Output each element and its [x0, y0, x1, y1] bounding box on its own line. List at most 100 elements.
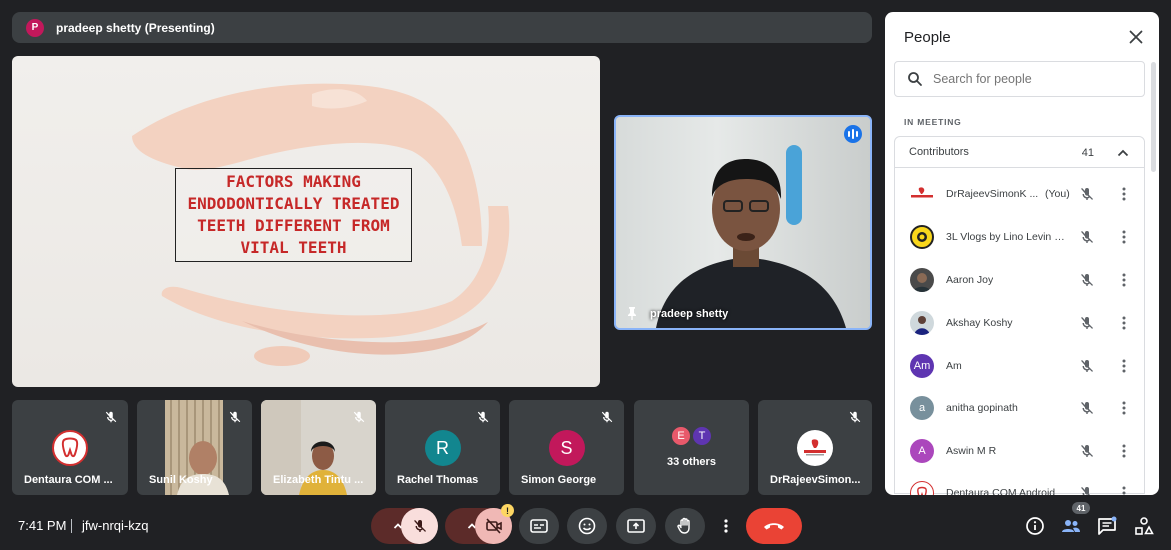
mic-off-icon[interactable] — [1079, 315, 1095, 331]
emoji-icon — [578, 517, 596, 535]
search-box[interactable] — [894, 61, 1145, 97]
more-options-icon[interactable] — [1119, 400, 1129, 416]
slide-title-line: TEETH DIFFERENT FROM — [197, 216, 390, 235]
participant-name: Dentaura COM ... — [24, 474, 113, 486]
avatar — [910, 311, 934, 335]
speaking-indicator-icon — [844, 125, 862, 143]
slide-title-line: ENDODONTICALLY TREATED — [187, 194, 400, 213]
warning-icon: ! — [501, 504, 514, 517]
slide-title-line: VITAL TEETH — [240, 238, 347, 257]
panel-scrollbar[interactable] — [1151, 62, 1156, 172]
close-icon[interactable] — [1127, 28, 1145, 46]
people-panel: People IN MEETING Contributors 41 DrRaje… — [885, 12, 1159, 495]
reactions-button[interactable] — [567, 508, 607, 544]
others-tile[interactable]: E T 33 others — [634, 400, 749, 495]
dentaura-avatar-icon — [910, 182, 934, 206]
participant-tile[interactable]: Sunil Koshy — [137, 400, 252, 495]
mic-off-icon — [849, 411, 861, 423]
raise-hand-button[interactable] — [665, 508, 705, 544]
more-options-button[interactable] — [714, 508, 738, 544]
presenting-bar: P pradeep shetty (Presenting) — [12, 12, 872, 43]
camera-control-group: ! — [445, 504, 514, 544]
participant-name: anitha gopinath — [946, 402, 1018, 414]
participant-tile[interactable]: DrRajeevSimon... — [758, 400, 872, 495]
mic-off-icon[interactable] — [1079, 229, 1095, 245]
participant-avatar: T — [691, 425, 713, 447]
avatar: A — [910, 439, 934, 463]
speaker-name: pradeep shetty — [650, 308, 729, 320]
more-options-icon[interactable] — [1119, 358, 1129, 374]
section-label: IN MEETING — [904, 117, 962, 127]
participant-name: Aaron Joy — [946, 274, 994, 286]
presenting-label: pradeep shetty (Presenting) — [56, 20, 215, 35]
group-count: 41 — [1081, 147, 1094, 159]
people-count-badge: 41 — [1072, 502, 1090, 514]
hang-up-icon — [764, 523, 784, 530]
info-icon[interactable] — [1025, 516, 1045, 536]
mic-off-icon[interactable] — [1079, 443, 1095, 459]
participant-tile[interactable]: S Simon George — [509, 400, 624, 495]
avatar: Am — [910, 354, 934, 378]
avatar — [910, 225, 934, 249]
presentation-slide[interactable]: FACTORS MAKING ENDODONTICALLY TREATED TE… — [12, 56, 600, 387]
present-screen-icon — [627, 519, 645, 533]
more-options-icon[interactable] — [1119, 315, 1129, 331]
mic-off-icon — [601, 411, 613, 423]
participant-tile[interactable]: R Rachel Thomas — [385, 400, 500, 495]
search-icon — [908, 72, 922, 86]
participant-row[interactable]: Aaron Joy — [895, 260, 1144, 300]
leave-call-button[interactable] — [746, 508, 802, 544]
dentaura-brand-icon — [797, 430, 833, 466]
participant-name: Aswin M R — [946, 445, 997, 457]
chat-icon[interactable] — [1097, 516, 1117, 536]
participant-name: DrRajeevSimonK ... — [946, 188, 1039, 200]
clock: 7:41 PM — [18, 518, 67, 533]
participant-row[interactable]: Am Am — [895, 346, 1144, 386]
contributors-header[interactable]: Contributors 41 — [895, 137, 1144, 168]
participant-name: Simon George — [521, 474, 597, 486]
participant-tile[interactable]: Dentaura COM ... — [12, 400, 128, 495]
active-speaker-tile[interactable]: pradeep shetty — [614, 115, 872, 330]
slide-title-line: FACTORS MAKING — [226, 172, 361, 191]
participant-row[interactable]: A Aswin M R — [895, 431, 1144, 471]
participant-row[interactable]: 3L Vlogs by Lino Levin L... — [895, 217, 1144, 257]
control-bar: 7:41 PM jfw-nrqi-kzq ! — [0, 504, 1171, 550]
mic-off-icon[interactable] — [1079, 272, 1095, 288]
present-button[interactable] — [616, 508, 656, 544]
mic-off-icon — [353, 411, 365, 423]
mic-off-icon[interactable] — [1079, 485, 1095, 495]
mic-toggle-button[interactable] — [401, 508, 438, 544]
mic-off-icon[interactable] — [1079, 358, 1095, 374]
more-options-icon[interactable] — [1119, 229, 1129, 245]
search-input[interactable] — [933, 72, 1123, 86]
you-label: (You) — [1045, 188, 1070, 200]
participant-row[interactable]: DrRajeevSimonK ... (You) — [895, 174, 1144, 214]
hand-icon — [677, 517, 690, 534]
participant-name: Elizabeth Tintu ... — [273, 474, 364, 486]
more-options-icon[interactable] — [1119, 186, 1129, 202]
participant-name: 3L Vlogs by Lino Levin L... — [946, 231, 1068, 243]
captions-icon — [530, 519, 548, 533]
mic-off-icon[interactable] — [1079, 400, 1095, 416]
participant-row[interactable]: Akshay Koshy — [895, 303, 1144, 343]
participant-avatar: E — [670, 425, 692, 447]
meet-window: P pradeep shetty (Presenting) FACTORS MA… — [0, 0, 1171, 550]
people-icon[interactable] — [1061, 516, 1081, 536]
mic-off-icon — [229, 411, 241, 423]
more-options-icon[interactable] — [1119, 272, 1129, 288]
others-count-label: 33 others — [667, 456, 716, 468]
pin-icon[interactable] — [624, 305, 640, 321]
participant-row[interactable]: Dentaura COM Android — [895, 473, 1144, 495]
participant-tile[interactable]: Elizabeth Tintu ... — [261, 400, 376, 495]
mic-off-icon[interactable] — [1079, 186, 1095, 202]
presenter-avatar: P — [26, 18, 44, 37]
divider — [71, 519, 72, 533]
activities-icon[interactable] — [1134, 516, 1154, 536]
chevron-up-icon[interactable] — [1116, 146, 1130, 160]
more-options-icon[interactable] — [1119, 443, 1129, 459]
more-options-icon[interactable] — [1119, 485, 1129, 495]
participant-row[interactable]: a anitha gopinath — [895, 388, 1144, 428]
captions-button[interactable] — [519, 508, 559, 544]
mic-off-icon — [413, 520, 426, 532]
mic-off-icon — [477, 411, 489, 423]
